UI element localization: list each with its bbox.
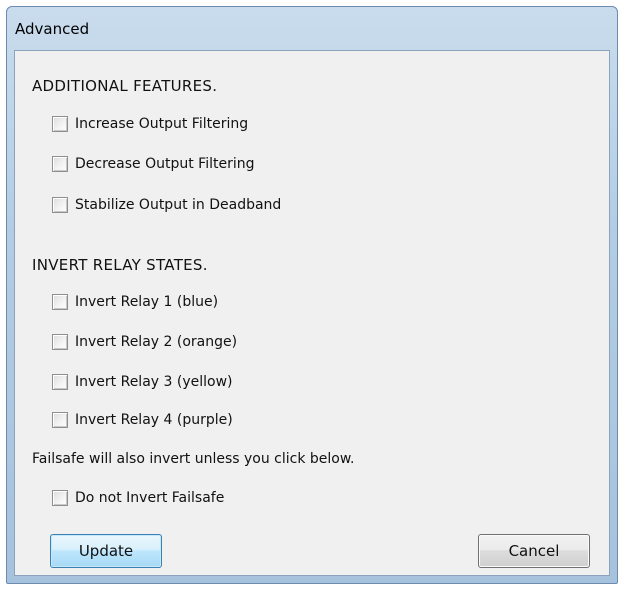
- cancel-button[interactable]: Cancel: [478, 534, 590, 568]
- checkbox-label: Invert Relay 2 (orange): [75, 334, 238, 350]
- checkbox-box[interactable]: [52, 156, 68, 172]
- invert-relay-1-checkbox[interactable]: Invert Relay 1 (blue): [52, 291, 218, 313]
- additional-features-heading: ADDITIONAL FEATURES.: [32, 77, 218, 95]
- checkbox-box[interactable]: [52, 374, 68, 390]
- checkbox-label: Increase Output Filtering: [75, 116, 249, 132]
- update-button[interactable]: Update: [50, 534, 162, 568]
- checkbox-box[interactable]: [52, 294, 68, 310]
- checkbox-box[interactable]: [52, 197, 68, 213]
- dialog-body: ADDITIONAL FEATURES. Increase Output Fil…: [14, 50, 610, 576]
- failsafe-note: Failsafe will also invert unless you cli…: [32, 451, 355, 467]
- invert-relay-3-checkbox[interactable]: Invert Relay 3 (yellow): [52, 371, 233, 393]
- advanced-dialog: Advanced ADDITIONAL FEATURES. Increase O…: [6, 6, 618, 584]
- title-bar[interactable]: Advanced: [7, 7, 617, 51]
- decrease-output-filtering-checkbox[interactable]: Decrease Output Filtering: [52, 153, 255, 175]
- checkbox-label: Decrease Output Filtering: [75, 156, 255, 172]
- increase-output-filtering-checkbox[interactable]: Increase Output Filtering: [52, 113, 248, 135]
- checkbox-box[interactable]: [52, 412, 68, 428]
- window-title: Advanced: [15, 20, 90, 38]
- checkbox-box[interactable]: [52, 334, 68, 350]
- checkbox-label: Invert Relay 3 (yellow): [75, 374, 233, 390]
- checkbox-label: Stabilize Output in Deadband: [75, 197, 282, 213]
- invert-relay-states-heading: INVERT RELAY STATES.: [32, 256, 208, 274]
- invert-relay-2-checkbox[interactable]: Invert Relay 2 (orange): [52, 331, 237, 353]
- invert-relay-4-checkbox[interactable]: Invert Relay 4 (purple): [52, 409, 233, 431]
- checkbox-label: Invert Relay 4 (purple): [75, 412, 233, 428]
- stabilize-output-deadband-checkbox[interactable]: Stabilize Output in Deadband: [52, 194, 281, 216]
- do-not-invert-failsafe-checkbox[interactable]: Do not Invert Failsafe: [52, 487, 224, 509]
- checkbox-label: Invert Relay 1 (blue): [75, 294, 219, 310]
- checkbox-box[interactable]: [52, 490, 68, 506]
- checkbox-box[interactable]: [52, 116, 68, 132]
- checkbox-label: Do not Invert Failsafe: [75, 490, 225, 506]
